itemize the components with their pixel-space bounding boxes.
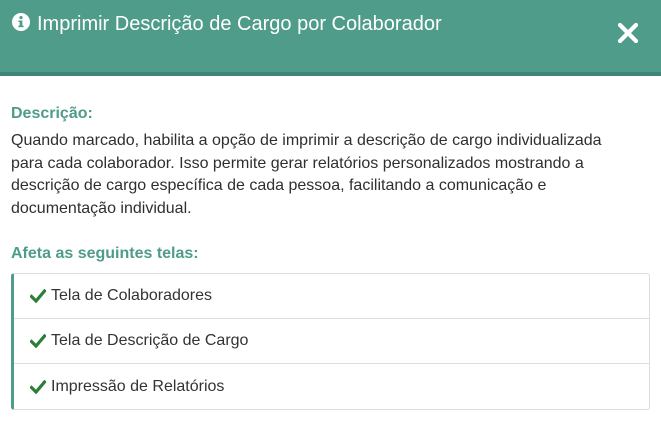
description-text: Quando marcado, habilita a opção de impr… <box>11 130 651 220</box>
list-item: Tela de Descrição de Cargo <box>14 319 649 364</box>
modal-header: Imprimir Descrição de Cargo por Colabora… <box>0 0 661 76</box>
modal-title: Imprimir Descrição de Cargo por Colabora… <box>37 13 442 35</box>
description-line: Quando marcado, habilita a opção de impr… <box>11 132 602 149</box>
list-item: Impressão de Relatórios <box>14 364 649 409</box>
description-line: descrição de cargo específica de cada pe… <box>11 177 547 195</box>
description-line: para cada colaborador. Isso permite gera… <box>11 154 584 172</box>
close-icon[interactable] <box>615 20 641 46</box>
check-icon <box>30 334 46 348</box>
modal-dialog: Imprimir Descrição de Cargo por Colabora… <box>0 0 661 429</box>
affected-screens-label: Afeta as seguintes telas: <box>11 245 199 262</box>
info-circle-icon <box>12 13 30 31</box>
check-icon <box>30 289 46 303</box>
list-item-label: Impressão de Relatórios <box>51 377 225 395</box>
list-item: Tela de Colaboradores <box>14 274 649 319</box>
description-line: documentação individual. <box>11 199 192 217</box>
description-label: Descrição: <box>11 105 93 122</box>
list-item-label: Tela de Colaboradores <box>51 287 212 304</box>
list-item-label: Tela de Descrição de Cargo <box>51 332 249 349</box>
affected-screens-list: Tela de Colaboradores Tela de Descrição … <box>11 273 650 410</box>
check-icon <box>30 379 46 394</box>
